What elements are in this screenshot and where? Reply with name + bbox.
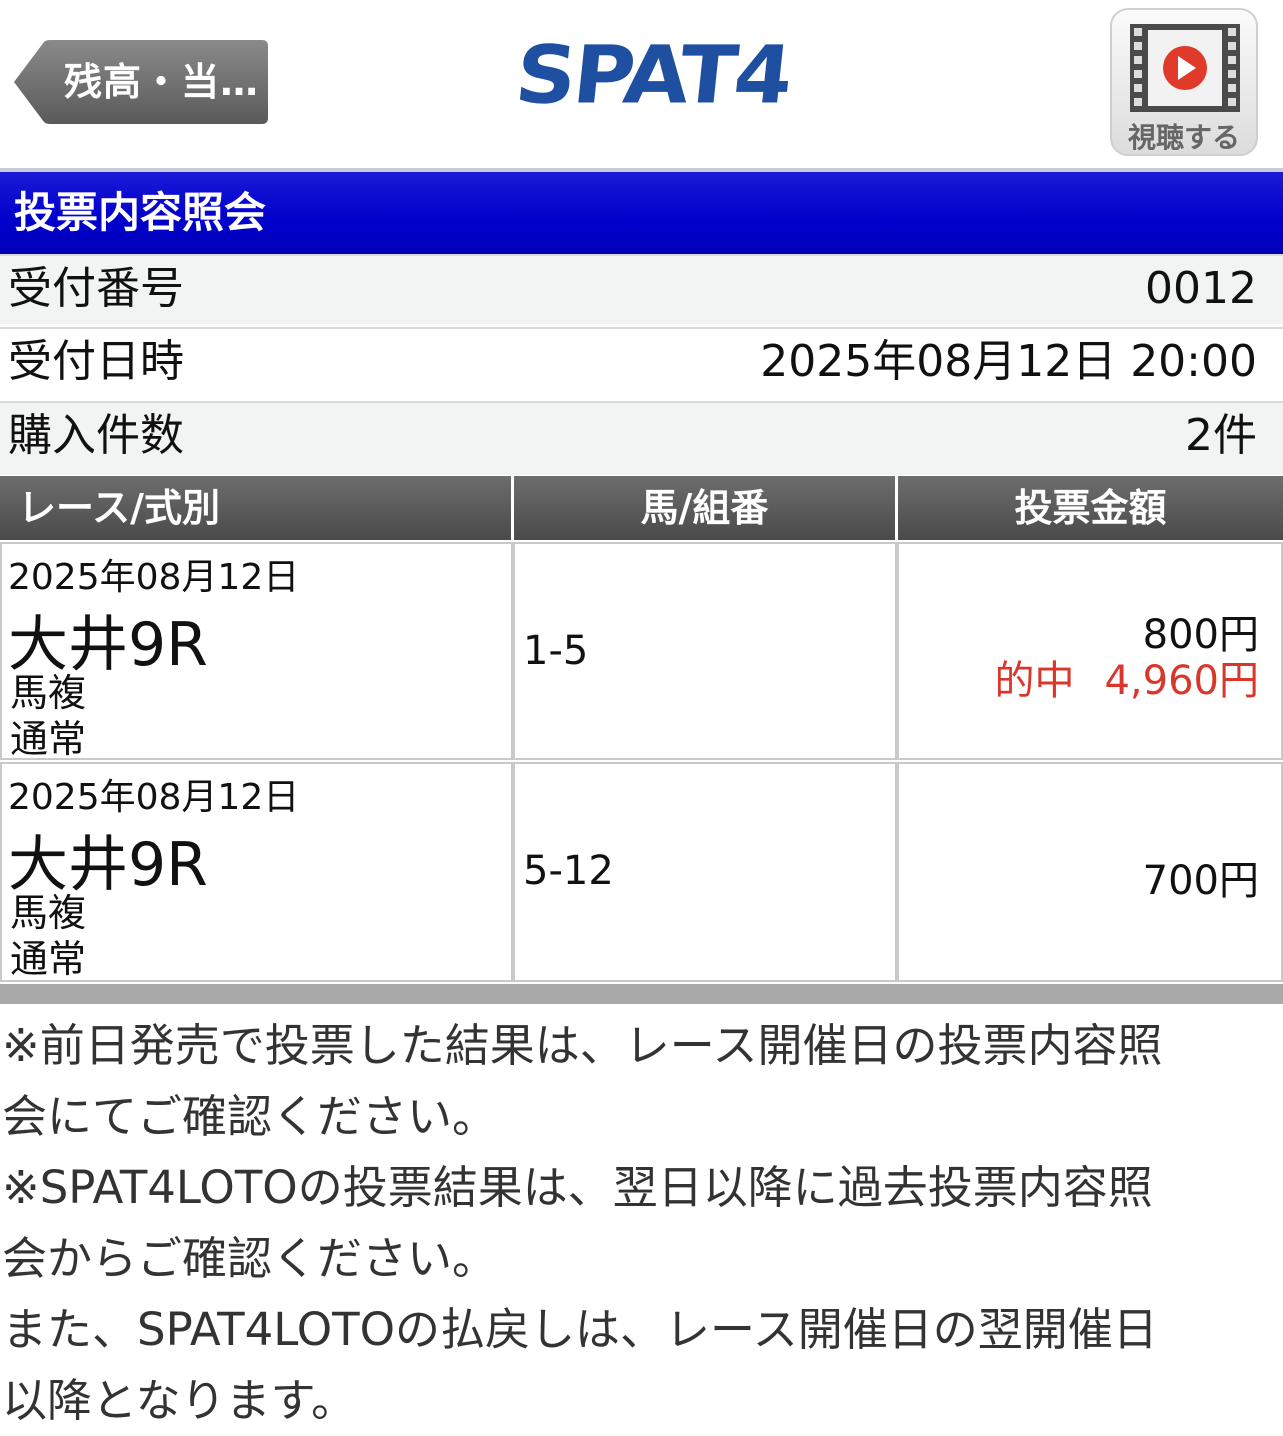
table-row-1-race-cell: 2025年08月12日 大井9R 馬複 通常 (0, 542, 513, 761)
back-button[interactable]: 残高・当… (14, 40, 268, 124)
note-line: ※SPAT4LOTOの投票結果は、翌日以降に過去投票内容照 (2, 1161, 1153, 1214)
table-row-1-amount-cell: 800円 的中 4,960円 (897, 542, 1283, 760)
bet-kind: 通常 (10, 717, 87, 761)
info-label: 受付日時 (8, 336, 184, 387)
race-date: 2025年08月12日 (8, 777, 300, 818)
spat4-logo: SPAT4 (511, 28, 795, 122)
info-value: 2件 (1185, 410, 1257, 461)
note-line: 会にてご確認ください。 (2, 1090, 498, 1143)
payout-amount: 4,960円 (1104, 658, 1259, 704)
header-combination: 馬/組番 (514, 476, 895, 540)
header-amount: 投票金額 (898, 476, 1283, 540)
info-label: 購入件数 (8, 410, 184, 461)
table-bottom-bar (0, 984, 1283, 1004)
combination: 1-5 (523, 628, 589, 674)
notes: ※前日発売で投票した結果は、レース開催日の投票内容照 会にてご確認ください。 ※… (2, 1010, 1277, 1436)
watch-button-label: 視聴する (1127, 121, 1240, 154)
info-row-receipt-datetime: 受付日時 2025年08月12日 20:00 (0, 327, 1283, 397)
table-row-2-amount-cell: 700円 (897, 762, 1283, 982)
hit-label: 的中 (994, 658, 1075, 704)
note-line: 会からご確認ください。 (2, 1232, 498, 1285)
info-row-purchase-count: 購入件数 2件 (0, 401, 1283, 475)
bet-amount: 700円 (1142, 858, 1259, 904)
watch-button[interactable]: 視聴する (1110, 8, 1258, 156)
header-race-type: レース/式別 (0, 476, 511, 540)
info-label: 受付番号 (8, 263, 184, 314)
page-title: 投票内容照会 (0, 172, 1283, 254)
race-date: 2025年08月12日 (8, 557, 300, 598)
note-line: また、SPAT4LOTOの払戻しは、レース開催日の翌開催日 (2, 1303, 1158, 1356)
combination: 5-12 (523, 848, 614, 894)
table-row-2-combo-cell: 5-12 (513, 762, 897, 982)
table-row-1-combo-cell: 1-5 (513, 542, 897, 760)
info-value: 2025年08月12日 20:00 (760, 336, 1257, 387)
film-play-icon (1130, 24, 1240, 112)
hit-payout: 的中 4,960円 (994, 648, 1259, 706)
info-row-receipt-number: 受付番号 0012 (0, 254, 1283, 324)
top-header: 残高・当… SPAT4 視聴する (0, 0, 1283, 168)
note-line: 以降となります。 (2, 1374, 357, 1427)
note-line: ※前日発売で投票した結果は、レース開催日の投票内容照 (2, 1019, 1163, 1072)
back-button-label: 残高・当… (64, 60, 260, 104)
table-row-2-race-cell: 2025年08月12日 大井9R 馬複 通常 (0, 762, 513, 982)
info-value: 0012 (1145, 263, 1257, 314)
bet-kind: 通常 (10, 937, 87, 981)
